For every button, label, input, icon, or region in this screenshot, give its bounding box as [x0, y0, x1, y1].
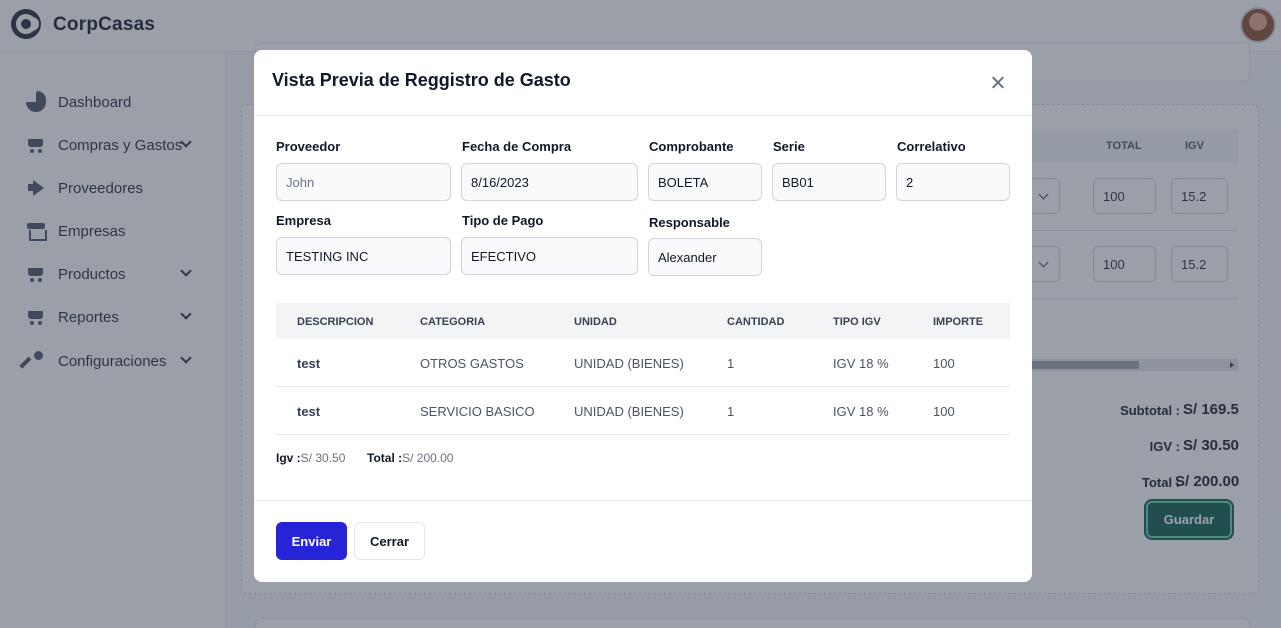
responsable-field[interactable]	[648, 238, 762, 276]
fecha-field[interactable]	[461, 163, 638, 201]
total-summary-label: Total :	[367, 451, 403, 465]
cell-importe: 100	[933, 404, 955, 419]
cell-importe: 100	[933, 356, 955, 371]
proveedor-field[interactable]	[276, 163, 451, 201]
send-button[interactable]: Enviar	[276, 522, 347, 560]
table-row: test OTROS GASTOS UNIDAD (BIENES) 1 IGV …	[276, 339, 1010, 387]
cell-categoria: SERVICIO BASICO	[420, 404, 535, 419]
modal-header: Vista Previa de Reggistro de Gasto	[254, 50, 1032, 116]
table-row: test SERVICIO BASICO UNIDAD (BIENES) 1 I…	[276, 387, 1010, 435]
cell-categoria: OTROS GASTOS	[420, 356, 524, 371]
cell-cantidad: 1	[727, 404, 735, 419]
serie-field[interactable]	[772, 163, 886, 201]
comprobante-label: Comprobante	[649, 139, 734, 154]
fecha-label: Fecha de Compra	[462, 139, 572, 154]
correlativo-field[interactable]	[896, 163, 1010, 201]
responsable-label: Responsable	[649, 215, 730, 230]
igv-summary-value: S/ 30.50	[300, 451, 346, 465]
cell-descripcion: test	[297, 404, 321, 419]
column-header-categoria: CATEGORIA	[420, 316, 486, 328]
total-summary-value: S/ 200.00	[402, 451, 454, 465]
column-header-unidad: UNIDAD	[574, 316, 617, 328]
preview-modal: Vista Previa de Reggistro de Gasto Prove…	[254, 50, 1032, 582]
close-button[interactable]: Cerrar	[354, 522, 425, 560]
empresa-field[interactable]	[276, 237, 451, 275]
cell-tipo-igv: IGV 18 %	[833, 404, 889, 419]
tipo-pago-field[interactable]	[461, 237, 638, 275]
cell-cantidad: 1	[727, 356, 735, 371]
serie-label: Serie	[773, 139, 805, 154]
empresa-label: Empresa	[276, 213, 331, 228]
proveedor-label: Proveedor	[276, 139, 341, 154]
total-summary: Total :S/ 200.00	[367, 451, 453, 465]
cell-descripcion: test	[297, 356, 321, 371]
column-header-importe: IMPORTE	[933, 316, 984, 328]
igv-summary: Igv :S/ 30.50	[276, 451, 345, 465]
correlativo-label: Correlativo	[897, 139, 966, 154]
column-header-descripcion: DESCRIPCION	[297, 316, 374, 328]
column-header-tipo-igv: TIPO IGV	[833, 316, 881, 328]
cell-unidad: UNIDAD (BIENES)	[574, 356, 684, 371]
cell-tipo-igv: IGV 18 %	[833, 356, 889, 371]
comprobante-field[interactable]	[648, 163, 762, 201]
close-icon[interactable]	[990, 74, 1006, 90]
modal-title: Vista Previa de Reggistro de Gasto	[272, 70, 571, 90]
column-header-cantidad: CANTIDAD	[727, 316, 785, 328]
tipo-pago-label: Tipo de Pago	[462, 213, 544, 228]
igv-summary-label: Igv :	[276, 451, 301, 465]
items-table-header: DESCRIPCION CATEGORIA UNIDAD CANTIDAD TI…	[276, 303, 1010, 339]
modal-footer: Enviar Cerrar	[254, 500, 1032, 582]
cell-unidad: UNIDAD (BIENES)	[574, 404, 684, 419]
